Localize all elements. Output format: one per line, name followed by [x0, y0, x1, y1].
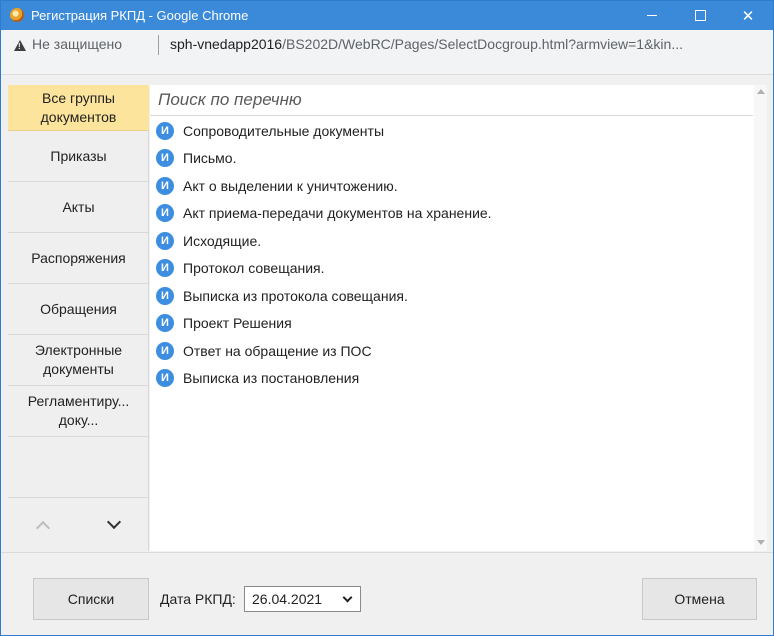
title-bar[interactable]: Регистрация РКПД - Google Chrome ✕: [1, 1, 773, 30]
list-item[interactable]: И Выписка из протокола совещания.: [156, 283, 408, 309]
list-item-label: Ответ на обращение из ПОС: [183, 343, 372, 359]
search-input[interactable]: [150, 85, 750, 115]
warning-icon[interactable]: [14, 40, 26, 51]
document-type-icon: И: [156, 287, 174, 305]
list-item-label: Акт приема-передачи документов на хранен…: [183, 205, 492, 221]
sidebar-item-orders[interactable]: Приказы: [8, 131, 149, 182]
chevron-down-icon: [106, 514, 122, 530]
list-item[interactable]: И Исходящие.: [156, 228, 261, 254]
scroll-down-arrow-icon[interactable]: [757, 540, 765, 545]
close-icon: ✕: [741, 7, 755, 25]
date-value: 26.04.2021: [252, 591, 323, 607]
address-separator: [158, 35, 159, 55]
address-bar[interactable]: Не защищено sph-vnedapp2016/BS202D/WebRC…: [1, 30, 773, 75]
chevron-down-icon: [342, 592, 353, 603]
sidebar-item-directives[interactable]: Распоряжения: [8, 233, 149, 284]
url-host: sph-vnedapp2016: [170, 36, 283, 52]
browser-window: Регистрация РКПД - Google Chrome ✕ Не за…: [0, 0, 774, 636]
document-type-icon: И: [156, 342, 174, 360]
list-item[interactable]: И Письмо.: [156, 145, 236, 171]
scroll-up-button[interactable]: [8, 498, 78, 552]
document-type-icon: И: [156, 122, 174, 140]
document-type-icon: И: [156, 149, 174, 167]
document-type-icon: И: [156, 314, 174, 332]
list-item[interactable]: И Выписка из постановления: [156, 365, 359, 391]
list-item[interactable]: И Проект Решения: [156, 310, 292, 336]
list-item[interactable]: И Акт о выделении к уничтожению.: [156, 173, 398, 199]
app-icon: [10, 8, 24, 22]
list-item-label: Протокол совещания.: [183, 260, 325, 276]
url-text[interactable]: sph-vnedapp2016/BS202D/WebRC/Pages/Selec…: [170, 36, 766, 52]
list-item-label: Сопроводительные документы: [183, 123, 385, 139]
list-item-label: Проект Решения: [183, 315, 292, 331]
document-type-icon: И: [156, 259, 174, 277]
sidebar-item-all-groups[interactable]: Все группы документов: [8, 85, 149, 131]
date-select[interactable]: 26.04.2021: [244, 586, 361, 612]
document-type-icon: И: [156, 369, 174, 387]
scroll-up-arrow-icon[interactable]: [757, 89, 765, 94]
list-item[interactable]: И Акт приема-передачи документов на хране…: [156, 200, 492, 226]
document-type-icon: И: [156, 204, 174, 222]
sidebar-item-acts[interactable]: Акты: [8, 182, 149, 233]
list-item[interactable]: И Ответ на обращение из ПОС: [156, 338, 372, 364]
date-label: Дата РКПД:: [160, 591, 236, 607]
document-type-icon: И: [156, 232, 174, 250]
maximize-icon: [694, 10, 706, 21]
dialog-footer: Списки Дата РКПД: 26.04.2021 Отмена: [1, 552, 773, 635]
minimize-icon: [647, 15, 657, 16]
list-item[interactable]: И Сопроводительные документы: [156, 118, 384, 144]
maximize-button[interactable]: [677, 1, 723, 30]
sidebar-item-electronic-documents[interactable]: Электронные документы: [8, 335, 149, 386]
document-list-pane: И Сопроводительные документы И Письмо. И Ак…: [150, 85, 767, 551]
list-item-label: Акт о выделении к уничтожению.: [183, 178, 398, 194]
lists-button[interactable]: Списки: [33, 578, 149, 620]
sidebar-item-appeals[interactable]: Обращения: [8, 284, 149, 335]
window-title: Регистрация РКПД - Google Chrome: [31, 8, 249, 23]
cancel-button[interactable]: Отмена: [642, 578, 757, 620]
list-scrollbar[interactable]: [754, 85, 767, 551]
sidebar-item-regulatory-documents[interactable]: Регламентиру... доку...: [8, 386, 149, 437]
list-item-label: Выписка из постановления: [183, 370, 360, 386]
security-status[interactable]: Не защищено: [32, 36, 122, 52]
list-item-label: Письмо.: [183, 150, 237, 166]
list-item[interactable]: И Протокол совещания.: [156, 255, 325, 281]
list-item-label: Выписка из протокола совещания.: [183, 288, 408, 304]
document-type-icon: И: [156, 177, 174, 195]
scroll-down-button[interactable]: [79, 498, 149, 552]
list-item-label: Исходящие.: [183, 233, 262, 249]
close-button[interactable]: ✕: [725, 1, 771, 30]
minimize-button[interactable]: [629, 1, 675, 30]
sidebar-scroll-controls: [8, 497, 149, 551]
chevron-up-icon: [35, 520, 51, 536]
document-group-sidebar: Все группы документов Приказы Акты Распо…: [8, 85, 149, 551]
url-path: /BS202D/WebRC/Pages/SelectDocgroup.html?…: [282, 36, 683, 52]
search-row: [150, 85, 753, 116]
